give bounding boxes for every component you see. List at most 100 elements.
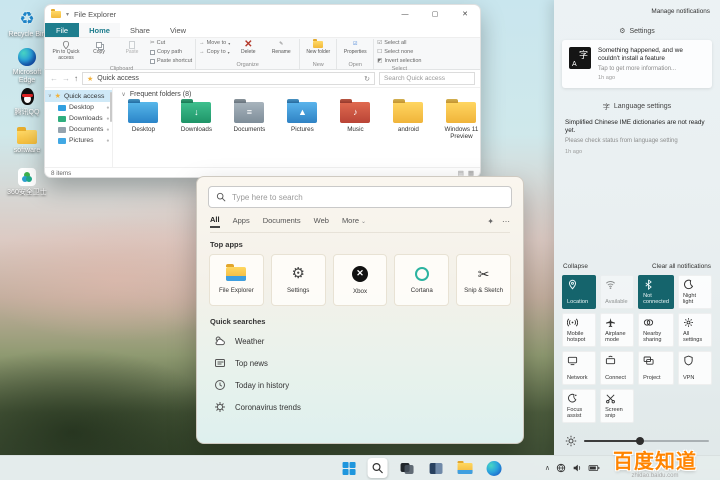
network-globe-icon[interactable] xyxy=(556,463,566,473)
explorer-titlebar[interactable]: ▾ File Explorer — ▢ ✕ xyxy=(45,5,480,23)
brightness-sun-icon xyxy=(565,435,577,447)
sidebar-item-quick-access[interactable]: ∨ ★ Quick access xyxy=(45,90,112,102)
refresh-icon[interactable]: ↻ xyxy=(364,75,370,83)
tab-apps[interactable]: Apps xyxy=(233,216,250,227)
folder-item-downloads[interactable]: ↓ Downloads xyxy=(174,102,218,140)
address-bar[interactable]: ★ Quick access ↻ xyxy=(82,72,375,85)
app-card-xbox[interactable]: ✕ Xbox xyxy=(333,254,388,306)
language-notification[interactable]: Simplified Chinese IME dictionaries are … xyxy=(562,117,712,157)
app-card-settings[interactable]: ⚙ Settings xyxy=(271,254,326,306)
quick-search-weather[interactable]: Weather xyxy=(214,330,506,352)
close-button[interactable]: ✕ xyxy=(450,5,480,23)
forward-button[interactable]: → xyxy=(62,74,70,83)
tile-mobile-hotspot[interactable]: Mobile hotspot xyxy=(562,313,596,347)
tab-documents[interactable]: Documents xyxy=(263,216,301,227)
pin-icon: ● xyxy=(106,116,109,122)
sidebar-item-downloads[interactable]: Downloads● xyxy=(45,113,112,124)
tile-all-settings[interactable]: All settings xyxy=(678,313,712,347)
properties-button[interactable]: ☑ Properties xyxy=(340,39,370,56)
copy-path-button[interactable]: Copy path xyxy=(150,48,192,56)
search-input-box[interactable] xyxy=(208,186,512,208)
select-all-button[interactable]: ☑Select all xyxy=(377,39,421,47)
tile-location[interactable]: Location xyxy=(562,275,596,309)
notification-card[interactable]: 字 A Something happened, and we couldn't … xyxy=(562,40,712,88)
minimize-button[interactable]: — xyxy=(390,5,420,23)
move-to-button[interactable]: →Move to▾ xyxy=(199,39,230,47)
maximize-button[interactable]: ▢ xyxy=(420,5,450,23)
widgets-button[interactable] xyxy=(426,458,446,478)
tile-wifi[interactable]: Available xyxy=(600,275,634,309)
sidebar-item-documents[interactable]: Documents● xyxy=(45,124,112,135)
wifi-icon xyxy=(605,279,616,290)
taskbar-edge-button[interactable] xyxy=(484,458,504,478)
speaker-icon[interactable] xyxy=(572,463,582,473)
language-settings-group-header[interactable]: 字 Language settings xyxy=(562,102,712,112)
up-button[interactable]: ↑ xyxy=(74,74,78,83)
tab-share[interactable]: Share xyxy=(120,23,160,37)
app-card-cortana[interactable]: Cortana xyxy=(394,254,449,306)
more-options-icon[interactable]: ⋯ xyxy=(502,217,510,226)
folder-item-music[interactable]: ♪ Music xyxy=(333,102,377,140)
search-input[interactable] xyxy=(232,193,504,202)
settings-group-header[interactable]: ⚙ Settings xyxy=(562,27,712,35)
clear-all-notifications-link[interactable]: Clear all notifications xyxy=(652,263,711,270)
news-icon xyxy=(214,357,226,369)
quick-search-coronavirus-trends[interactable]: Coronavirus trends xyxy=(214,396,506,418)
quick-access-toolbar-icon[interactable]: ▾ xyxy=(66,11,69,18)
brightness-thumb[interactable] xyxy=(636,437,644,445)
tab-all[interactable]: All xyxy=(210,215,220,228)
frequent-folders-header[interactable]: ∨ Frequent folders (8) xyxy=(121,91,481,98)
paste-shortcut-button[interactable]: Paste shortcut xyxy=(150,57,192,65)
sidebar-item-pictures[interactable]: Pictures● xyxy=(45,135,112,146)
manage-notifications-link[interactable]: Manage notifications xyxy=(564,8,710,15)
folder-item-windows11-preview[interactable]: Windows 11 Preview xyxy=(439,102,481,140)
folder-item-pictures[interactable]: ▲ Pictures xyxy=(280,102,324,140)
brightness-slider[interactable] xyxy=(584,440,709,442)
copy-to-button[interactable]: →Copy to▾ xyxy=(199,48,230,56)
paste-button[interactable]: Paste xyxy=(117,39,147,56)
start-button[interactable] xyxy=(339,458,359,478)
sidebar-item-desktop[interactable]: Desktop● xyxy=(45,102,112,113)
app-card-snip-sketch[interactable]: ✂ Snip & Sketch xyxy=(456,254,511,306)
task-view-button[interactable] xyxy=(397,458,417,478)
tile-focus-assist[interactable]: Focus assist xyxy=(562,389,596,423)
tab-file[interactable]: File xyxy=(45,23,79,37)
brightness-slider-row xyxy=(565,435,709,447)
tile-night-light[interactable]: Night light xyxy=(678,275,712,309)
select-none-button[interactable]: ☐Select none xyxy=(377,48,421,56)
new-folder-button[interactable]: New folder xyxy=(303,39,333,56)
tab-web[interactable]: Web xyxy=(314,216,329,227)
hidden-icons-chevron-icon[interactable]: ∧ xyxy=(545,464,550,472)
copy-button[interactable]: Copy xyxy=(84,39,114,56)
back-button[interactable]: ← xyxy=(50,74,58,83)
folder-item-documents[interactable]: ≡ Documents xyxy=(227,102,271,140)
delete-button[interactable]: ✕ Delete xyxy=(233,39,263,56)
tile-screen-snip[interactable]: Screen snip xyxy=(600,389,634,423)
tile-airplane-mode[interactable]: Airplane mode xyxy=(600,313,634,347)
tab-home[interactable]: Home xyxy=(79,23,120,37)
tile-bluetooth[interactable]: Not connected xyxy=(638,275,674,309)
explorer-app-icon xyxy=(51,11,61,18)
taskbar-file-explorer-button[interactable] xyxy=(455,458,475,478)
quick-search-today-in-history[interactable]: Today in history xyxy=(214,374,506,396)
app-card-file-explorer[interactable]: File Explorer xyxy=(209,254,264,306)
sparkle-icon[interactable]: ✦ xyxy=(487,217,494,226)
folder-item-android[interactable]: android xyxy=(386,102,430,140)
tile-connect[interactable]: Connect xyxy=(600,351,634,385)
cut-button[interactable]: ✂Cut xyxy=(150,39,192,47)
tile-nearby-sharing[interactable]: Nearby sharing xyxy=(638,313,674,347)
folder-item-desktop[interactable]: Desktop xyxy=(121,102,165,140)
taskbar-search-button[interactable] xyxy=(368,458,388,478)
pin-to-quick-access-button[interactable]: Pin to Quick access xyxy=(51,39,81,61)
rename-button[interactable]: ✎ Rename xyxy=(266,39,296,56)
quick-search-top-news[interactable]: Top news xyxy=(214,352,506,374)
tile-vpn[interactable]: VPN xyxy=(678,351,712,385)
tile-network[interactable]: Network xyxy=(562,351,596,385)
tab-more[interactable]: More⌄ xyxy=(342,216,366,227)
vpn-icon xyxy=(683,355,694,366)
invert-selection-button[interactable]: ◩Invert selection xyxy=(377,57,421,65)
explorer-search-input[interactable]: Search Quick access xyxy=(379,72,475,85)
tile-project[interactable]: Project xyxy=(638,351,674,385)
tab-view[interactable]: View xyxy=(160,23,196,37)
collapse-link[interactable]: Collapse xyxy=(563,263,588,270)
